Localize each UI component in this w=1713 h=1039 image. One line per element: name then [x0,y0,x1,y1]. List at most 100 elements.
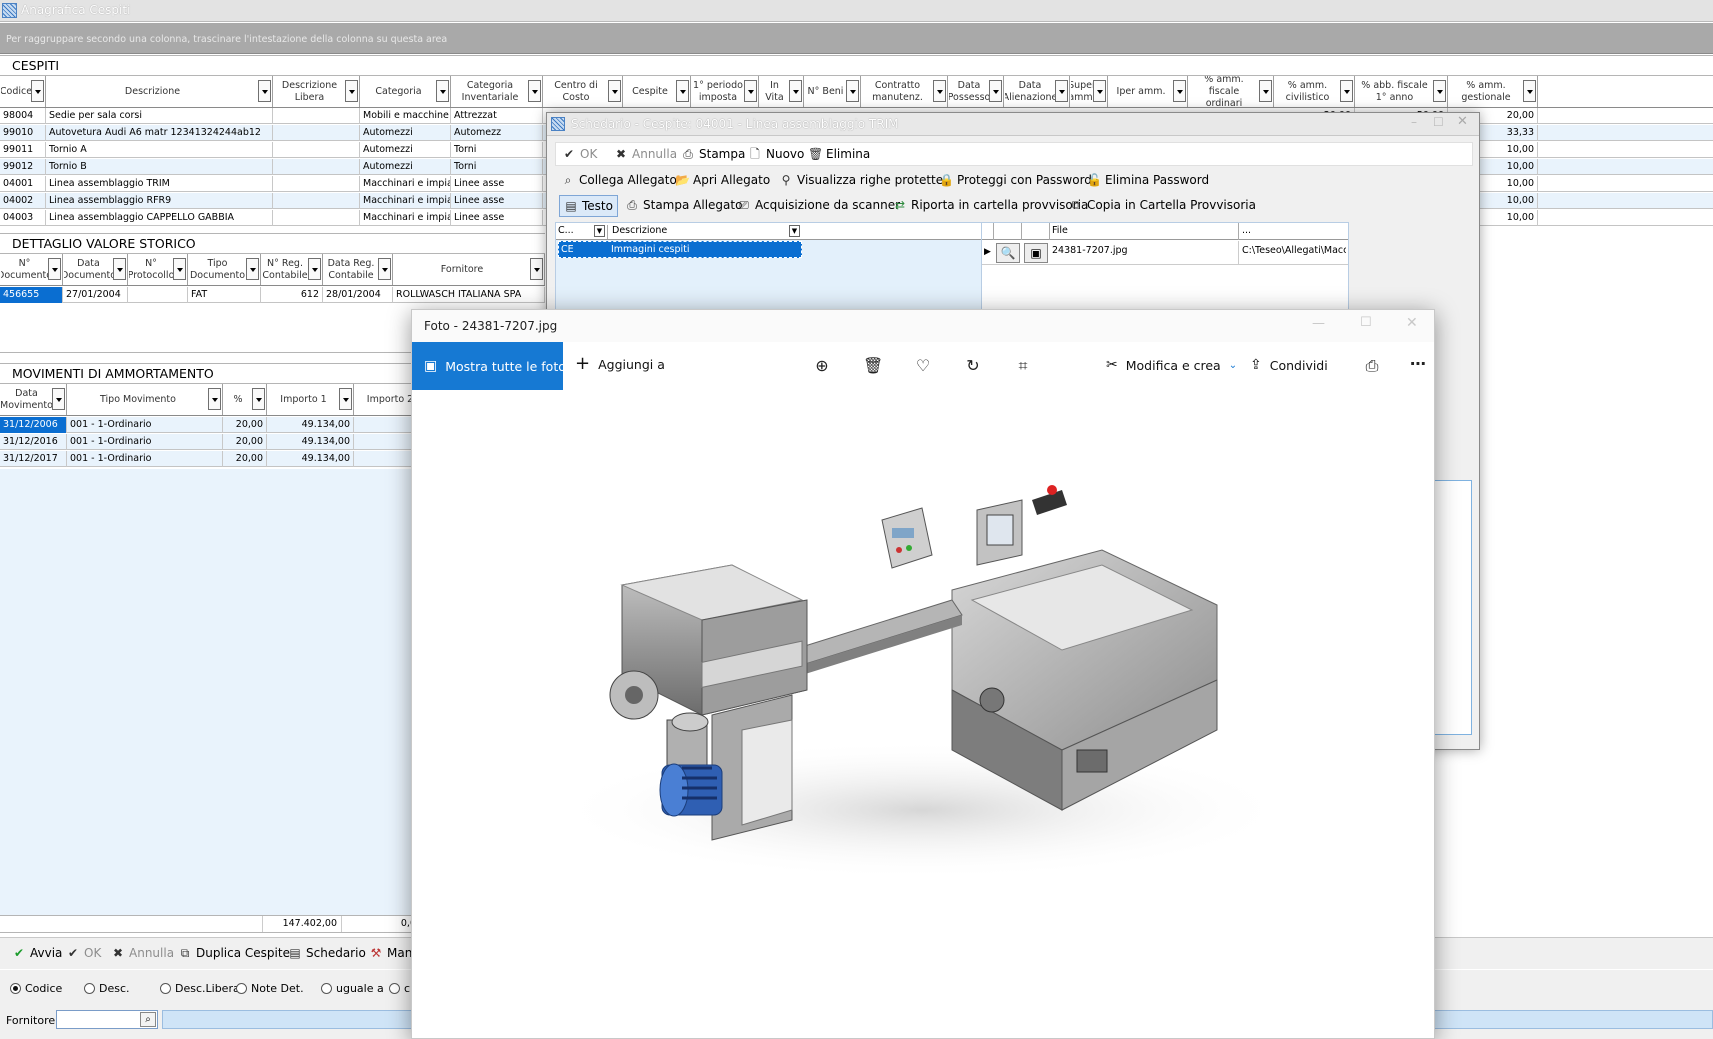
chevron-down-icon[interactable] [345,80,358,102]
column-header[interactable]: N° Beni [804,76,861,107]
chevron-down-icon[interactable] [744,80,757,102]
chevron-down-icon[interactable] [1093,80,1106,102]
testo-button[interactable]: ▤ Testo [559,195,618,217]
chevron-down-icon[interactable] [846,80,859,102]
chevron-down-icon[interactable] [252,388,265,410]
chevron-down-icon[interactable] [378,258,391,280]
acquisizione-scanner-button[interactable]: ⎚ Acquisizione da scanner [737,198,900,212]
elimina-button[interactable]: 🗑 Elimina [808,147,870,161]
column-header[interactable]: Data Alienazione [1004,76,1070,107]
group-by-area[interactable]: Per raggruppare secondo una colonna, tra… [0,23,1713,54]
proteggi-password-button[interactable]: 🔒 Proteggi con Password [939,173,1092,187]
heart-icon[interactable]: ♡ [913,356,933,376]
copia-cartella-button[interactable]: ⧉ Copia in Cartella Provvisoria [1069,198,1256,212]
column-header[interactable]: Tipo Documento [188,254,261,285]
mostra-tutte-button[interactable]: ▣ Mostra tutte le foto [412,342,566,390]
stampa-allegato-button[interactable]: ⎙ Stampa Allegato [625,198,742,212]
column-header[interactable]: Centro di Costo [543,76,623,107]
column-header[interactable]: Descrizione Libera [273,76,360,107]
apri-allegato-button[interactable]: 📂 Apri Allegato [675,173,770,187]
chevron-down-icon[interactable] [1173,80,1186,102]
column-header[interactable]: % amm. civilistico [1274,76,1355,107]
column-header[interactable]: Fornitore [393,254,545,285]
column-header[interactable]: Categoria [360,76,451,107]
annulla-button[interactable]: ✖ Annulla [111,946,174,960]
col-code-header[interactable]: C... ▼ [558,225,608,239]
col-file-header[interactable]: File [1052,225,1068,236]
column-header[interactable]: Codice [0,76,46,107]
column-header[interactable]: Data Movimento [0,384,67,415]
ok-button[interactable]: ✔ OK [66,946,101,960]
chevron-down-icon[interactable] [308,258,321,280]
column-header[interactable]: Importo 1 [267,384,354,415]
chevron-down-icon[interactable] [31,80,44,102]
chevron-down-icon[interactable] [528,80,541,102]
minimize-icon[interactable]: – [1411,115,1417,129]
column-header[interactable]: % amm. fiscale ordinari [1188,76,1274,107]
chevron-down-icon[interactable] [48,258,61,280]
chevron-down-icon[interactable] [258,80,271,102]
chevron-down-icon[interactable] [789,80,802,102]
condividi-button[interactable]: ⇪ Condividi [1250,357,1328,373]
table-row[interactable]: 456655 27/01/2004 FAT 612 28/01/2004 ROLLWASC… [0,287,545,303]
radio-contiene[interactable]: c [389,982,410,995]
chevron-down-icon[interactable]: ▼ [789,225,800,237]
nuovo-button[interactable]: 🗋 Nuovo [748,147,804,161]
column-header[interactable]: Cespite [623,76,691,107]
column-header[interactable]: % abb. fiscale 1° anno [1355,76,1448,107]
column-header[interactable]: In Vita [759,76,804,107]
chevron-down-icon[interactable] [933,80,946,102]
chevron-down-icon[interactable] [1055,80,1068,102]
aggiungi-button[interactable]: + Aggiungi a [575,355,665,373]
rotate-icon[interactable]: ↻ [963,356,983,376]
stampa-button[interactable]: ⎙ Stampa [681,147,745,161]
column-header[interactable]: N° Reg. Contabile [261,254,323,285]
zoom-icon[interactable]: ⊕ [812,356,832,376]
chevron-down-icon[interactable] [208,388,221,410]
visualizza-righe-protette-button[interactable]: ⚲ Visualizza righe protette [779,173,944,187]
chevron-down-icon[interactable] [173,258,186,280]
column-header[interactable]: 1° periodo imposta [691,76,759,107]
radio-uguale-a[interactable]: uguale a [321,982,384,995]
chevron-down-icon[interactable] [530,258,543,280]
minimize-icon[interactable]: — [1312,316,1325,331]
chevron-down-icon[interactable] [113,258,126,280]
list-item[interactable]: CE Immagini cespiti [558,241,802,258]
annulla-button[interactable]: ✖ Annulla [614,147,677,161]
duplica-cespite-button[interactable]: ⧉ Duplica Cespite [178,946,290,960]
chevron-down-icon[interactable] [436,80,449,102]
elimina-password-button[interactable]: 🔓 Elimina Password [1087,173,1209,187]
trash-icon[interactable]: 🗑 [863,356,883,376]
modifica-crea-button[interactable]: ✂ Modifica e crea ⌄ [1106,357,1237,373]
chevron-down-icon[interactable] [1340,80,1353,102]
maximize-icon[interactable]: ☐ [1433,115,1444,129]
column-header[interactable]: N° Protocollo [128,254,188,285]
column-header[interactable]: Data Possesso [948,76,1004,107]
chevron-down-icon[interactable] [246,258,259,280]
radio-desc-libera[interactable]: Desc.Libera [160,982,240,995]
column-header[interactable]: Data Documento [63,254,128,285]
radio-desc[interactable]: Desc. [84,982,130,995]
close-icon[interactable]: ✕ [1406,315,1418,331]
chevron-down-icon[interactable] [1259,80,1272,102]
chevron-down-icon[interactable] [52,388,65,410]
manutenzione-button[interactable]: ⚒ Man [369,946,413,960]
chevron-down-icon[interactable] [1523,80,1536,102]
column-header[interactable]: Contratto manutenz. [861,76,948,107]
column-header[interactable]: % amm. gestionale [1448,76,1538,107]
ok-button[interactable]: ✔ OK [562,147,597,161]
chevron-down-icon[interactable] [676,80,689,102]
schedario-button[interactable]: ▤ Schedario [288,946,365,960]
preview-icon[interactable]: 🔍 [996,243,1020,263]
fornitore-input[interactable]: ⌕ [56,1010,158,1029]
chevron-down-icon[interactable] [608,80,621,102]
avvia-button[interactable]: ✔ Avvia [12,946,62,960]
chevron-down-icon[interactable]: ▼ [594,225,605,237]
chevron-down-icon[interactable] [989,80,1002,102]
radio-note-det[interactable]: Note Det. [236,982,304,995]
maximize-icon[interactable]: ☐ [1360,315,1372,330]
chevron-down-icon[interactable] [339,388,352,410]
more-options-icon[interactable]: ⋯ [1408,354,1428,374]
radio-codice[interactable]: Codice [10,982,62,995]
column-header[interactable]: Data Reg. Contabile [323,254,393,285]
